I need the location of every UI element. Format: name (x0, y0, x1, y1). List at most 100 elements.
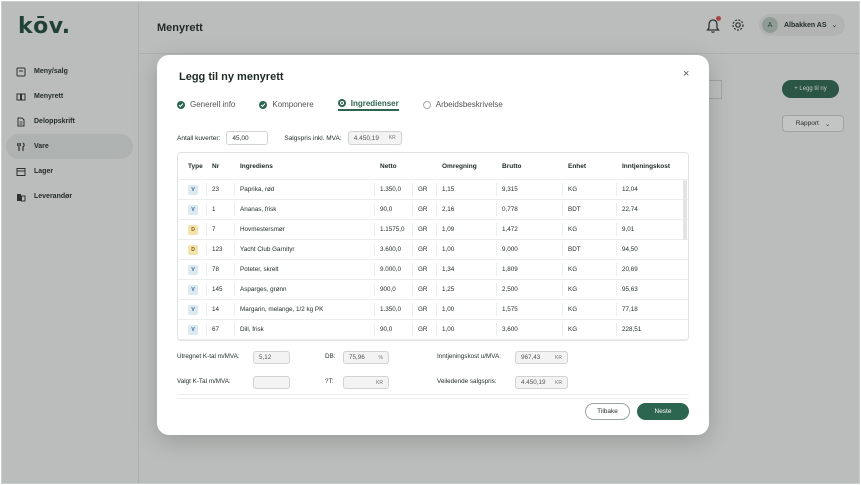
step-ingredienser[interactable]: Ingredienser (337, 98, 399, 111)
cell-enhet: BDT (568, 246, 581, 253)
column-divider (206, 263, 207, 276)
table-row[interactable]: D 7 Hovmestersmør 1.1575,0 GR 1,09 1,472 KG 9,01 (178, 220, 688, 240)
db-label: DB: (325, 353, 336, 360)
type-badge: V (188, 184, 198, 195)
ingredients-table: Type Nr Ingrediens Netto Omregning Brutt… (177, 152, 689, 341)
col-header-enhet: Enhet (568, 162, 587, 170)
cell-type: D (188, 240, 198, 259)
cell-enhet: KG (568, 306, 578, 313)
column-divider (234, 323, 235, 336)
cell-type: V (188, 260, 198, 279)
guide-price-label: Veiledende salgspris: (437, 378, 497, 385)
type-badge: V (188, 284, 198, 295)
table-row[interactable]: V 23 Paprika, rød 1.350,0 GR 1,15 9,315 KG 12,04 (178, 180, 688, 200)
tt-input[interactable]: KR (343, 376, 389, 389)
cell-nr: 67 (212, 326, 220, 333)
price-unit: KR (388, 135, 396, 141)
ktal-sel-input[interactable] (253, 376, 290, 389)
column-divider (374, 183, 375, 196)
close-icon[interactable]: × (683, 68, 689, 80)
cell-nr: 78 (212, 266, 220, 273)
column-divider (496, 183, 497, 196)
tt-unit: KR (376, 379, 383, 386)
column-divider (436, 243, 437, 256)
divider (177, 398, 689, 399)
table-row[interactable]: V 1 Ananas, frisk 90,0 GR 2,16 0,778 BDT 22,74 (178, 200, 688, 220)
cell-inntjeningskost: 94,50 (622, 246, 638, 253)
back-button[interactable]: Tilbake (585, 403, 630, 420)
column-divider (412, 183, 413, 196)
column-divider (206, 283, 207, 296)
cell-netto-unit: GR (418, 266, 428, 273)
col-header-omregning: Omregning (442, 162, 477, 170)
cell-omregning: 1,00 (442, 246, 455, 253)
cell-inntjeningskost: 228,51 (622, 326, 642, 333)
column-divider (616, 243, 617, 256)
ktal-sel-label: Valgt K-Tal m/MVA: (177, 378, 231, 385)
cell-netto: 90,0 (380, 206, 393, 213)
table-row[interactable]: D 123 Yacht Club Garnityr 3.600,0 GR 1,00 9,00… (178, 240, 688, 260)
col-header-inntjeningskost: Inntjeningskost (622, 162, 671, 170)
cost-unit: KR (555, 354, 562, 361)
column-divider (562, 203, 563, 216)
cost-label: Inntjeningskost u/MVA: (437, 353, 501, 360)
cell-brutto: 2,500 (502, 286, 518, 293)
table-scrollbar[interactable] (683, 180, 687, 240)
column-divider (616, 263, 617, 276)
column-divider (562, 283, 563, 296)
guide-price-unit: KR (555, 379, 562, 386)
cell-netto-unit: GR (418, 286, 428, 293)
db-field: 75,96% (343, 351, 389, 364)
guide-price-field: 4.450,19 KR (515, 376, 568, 389)
step-arbeidsbeskrivelse[interactable]: Arbeidsbeskrivelse (422, 98, 503, 111)
step-generell-info[interactable]: Generell info (177, 98, 235, 111)
cost-value: 967,43 (521, 354, 541, 361)
column-divider (436, 223, 437, 236)
covers-value: 45,00 (232, 134, 249, 142)
cell-ingrediens: Margarin, melange, 1/2 kg PK (240, 306, 324, 313)
cell-enhet: KG (568, 226, 578, 233)
current-step-icon (337, 99, 346, 107)
cell-type: V (188, 300, 198, 319)
cell-ingrediens: Asparges, grønn (240, 286, 287, 293)
cell-omregning: 2,16 (442, 206, 455, 213)
cell-netto: 1.1575,0 (380, 226, 405, 233)
pending-step-icon (422, 100, 431, 109)
cell-enhet: KG (568, 266, 578, 273)
column-divider (234, 283, 235, 296)
cell-omregning: 1,25 (442, 286, 455, 293)
column-divider (496, 263, 497, 276)
column-divider (412, 283, 413, 296)
step-label: Generell info (190, 100, 236, 109)
column-divider (496, 223, 497, 236)
column-divider (234, 223, 235, 236)
cell-netto: 3.600,0 (380, 246, 402, 253)
next-button[interactable]: Neste (637, 403, 689, 420)
cell-netto: 90,0 (380, 326, 393, 333)
column-divider (616, 203, 617, 216)
col-header-nr: Nr (212, 162, 220, 170)
table-row[interactable]: V 145 Asparges, grønn 900,0 GR 1,25 2,500 KG 95,… (178, 280, 688, 300)
cell-inntjeningskost: 20,69 (622, 266, 638, 273)
covers-input[interactable]: 45,00 (226, 131, 269, 145)
cell-inntjeningskost: 95,63 (622, 286, 638, 293)
cell-ingrediens: Yacht Club Garnityr (240, 246, 295, 253)
cell-netto-unit: GR (418, 186, 428, 193)
column-divider (206, 243, 207, 256)
cell-ingrediens: Paprika, rød (240, 186, 275, 193)
modal-title: Legg til ny menyrett (179, 71, 284, 83)
step-komponere[interactable]: Komponere (259, 98, 314, 111)
column-divider (436, 303, 437, 316)
type-badge: V (188, 324, 198, 335)
price-input: 4.450,19 KR (347, 131, 402, 145)
column-divider (496, 323, 497, 336)
column-divider (234, 203, 235, 216)
table-row[interactable]: V 78 Poteter, skrelt 9.000,0 GR 1,34 1,809 KG 20… (178, 260, 688, 280)
column-divider (616, 323, 617, 336)
price-label: Salgspris inkl. MVA: (284, 134, 342, 142)
table-row[interactable]: V 67 Dill, frisk 90,0 GR 1,00 3,600 KG 228,51 (178, 320, 688, 340)
column-divider (412, 263, 413, 276)
table-row[interactable]: V 14 Margarin, melange, 1/2 kg PK 1.350,0 GR… (178, 300, 688, 320)
cell-ingrediens: Ananas, frisk (240, 206, 277, 213)
cell-nr: 145 (212, 286, 223, 293)
